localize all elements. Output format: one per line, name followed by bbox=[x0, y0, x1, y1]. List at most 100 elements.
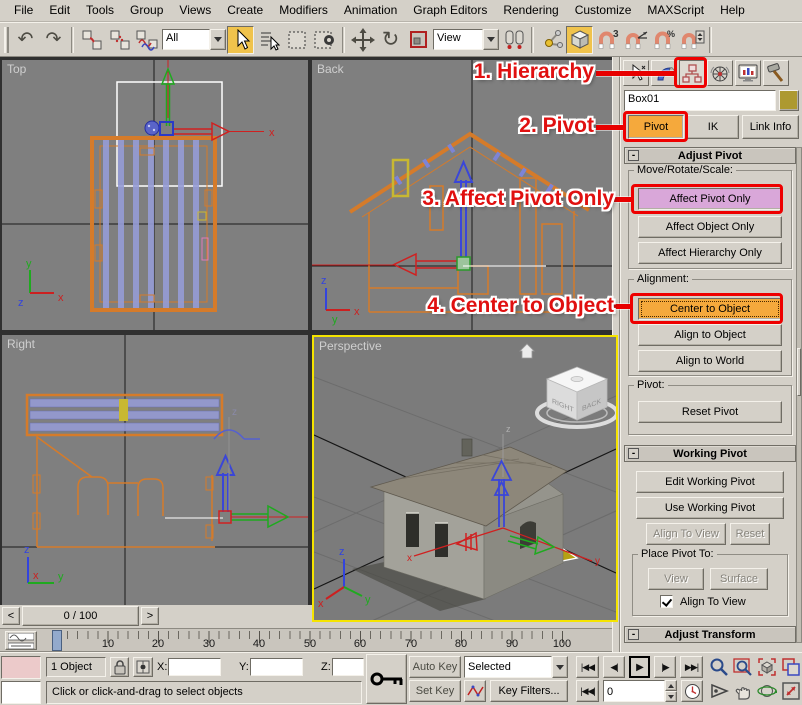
toolbar-grip[interactable] bbox=[4, 27, 9, 53]
align-to-view-button[interactable]: Align To View bbox=[646, 523, 726, 545]
unlink-selection-button[interactable] bbox=[106, 26, 133, 54]
zoom-button[interactable] bbox=[708, 656, 730, 678]
tab-display[interactable] bbox=[735, 60, 761, 86]
play-animation-button[interactable]: ▶ bbox=[629, 656, 650, 678]
object-color-swatch[interactable] bbox=[779, 90, 799, 111]
select-and-move-button[interactable] bbox=[349, 26, 376, 54]
percent-snap-button[interactable]: % bbox=[650, 26, 677, 54]
viewport-right-label[interactable]: Right bbox=[7, 337, 35, 351]
time-slider-next-button[interactable]: > bbox=[141, 607, 159, 625]
field-of-view-button[interactable] bbox=[708, 680, 730, 702]
place-pivot-view-button[interactable]: View bbox=[648, 568, 704, 590]
default-in-out-tangent-button[interactable] bbox=[464, 680, 486, 702]
redo-button[interactable]: ↷ bbox=[40, 26, 67, 54]
align-to-object-button[interactable]: Align to Object bbox=[638, 324, 782, 346]
viewport-perspective[interactable]: z x y bbox=[312, 335, 618, 622]
snaps-toggle-button[interactable] bbox=[566, 26, 593, 54]
reference-coordinate-arrow[interactable] bbox=[483, 29, 499, 50]
maximize-viewport-toggle-button[interactable] bbox=[780, 680, 801, 702]
zoom-extents-all-button[interactable] bbox=[780, 656, 801, 678]
align-to-world-button[interactable]: Align to World bbox=[638, 350, 782, 372]
z-coordinate-field[interactable] bbox=[332, 658, 364, 676]
frame-spinner[interactable] bbox=[665, 680, 677, 702]
set-key-button[interactable]: Set Key bbox=[409, 680, 461, 702]
key-filter-scope-dropdown[interactable]: Selected bbox=[464, 656, 568, 678]
use-working-pivot-button[interactable]: Use Working Pivot bbox=[636, 497, 784, 519]
rectangular-selection-region-button[interactable] bbox=[283, 26, 310, 54]
selection-filter-dropdown[interactable]: All bbox=[162, 29, 226, 50]
menu-views[interactable]: Views bbox=[171, 0, 219, 21]
pan-view-button[interactable] bbox=[732, 680, 754, 702]
adjust-pivot-rollout-header[interactable]: - Adjust Pivot bbox=[624, 147, 796, 164]
macro-recorder-pane[interactable] bbox=[1, 656, 41, 679]
menu-help[interactable]: Help bbox=[712, 0, 753, 21]
spinner-up-icon[interactable] bbox=[665, 680, 677, 691]
reference-coordinate-dropdown[interactable]: View bbox=[433, 29, 499, 50]
menu-rendering[interactable]: Rendering bbox=[495, 0, 566, 21]
select-and-rotate-button[interactable]: ↻ bbox=[377, 26, 404, 54]
place-pivot-surface-button[interactable]: Surface bbox=[710, 568, 768, 590]
select-by-name-button[interactable] bbox=[255, 26, 282, 54]
orbit-view-button[interactable] bbox=[756, 680, 778, 702]
snap-3d-button[interactable]: 3 bbox=[594, 26, 621, 54]
panel-scrollbar-thumb[interactable] bbox=[797, 348, 801, 396]
menu-create[interactable]: Create bbox=[219, 0, 271, 21]
go-to-start-button[interactable]: |◀◀ bbox=[576, 656, 599, 678]
previous-frame-button[interactable]: ◀| bbox=[603, 656, 625, 678]
menu-animation[interactable]: Animation bbox=[336, 0, 405, 21]
y-coordinate-field[interactable] bbox=[250, 658, 303, 676]
viewport-back-label[interactable]: Back bbox=[317, 62, 344, 76]
current-frame-field[interactable]: 0 bbox=[603, 680, 665, 702]
time-slider-handle[interactable]: 0 / 100 bbox=[22, 606, 139, 626]
menu-group[interactable]: Group bbox=[122, 0, 171, 21]
menu-modifiers[interactable]: Modifiers bbox=[271, 0, 336, 21]
menu-maxscript[interactable]: MAXScript bbox=[639, 0, 712, 21]
auto-key-button[interactable]: Auto Key bbox=[409, 656, 461, 678]
spinner-down-icon[interactable] bbox=[665, 691, 677, 702]
object-name-field[interactable]: Box01 bbox=[624, 90, 776, 111]
working-pivot-rollout-header[interactable]: - Working Pivot bbox=[624, 445, 796, 462]
select-and-scale-button[interactable] bbox=[405, 26, 432, 54]
adjust-transform-rollout-header[interactable]: - Adjust Transform bbox=[624, 626, 796, 643]
current-frame-marker[interactable] bbox=[52, 630, 62, 651]
viewport-perspective-label[interactable]: Perspective bbox=[319, 339, 382, 353]
set-keys-button[interactable] bbox=[366, 654, 407, 704]
zoom-extents-button[interactable] bbox=[756, 656, 778, 678]
menu-edit[interactable]: Edit bbox=[41, 0, 78, 21]
use-center-flyout-button[interactable] bbox=[500, 26, 527, 54]
time-slider-prev-button[interactable]: < bbox=[2, 607, 20, 625]
viewport-top-label[interactable]: Top bbox=[7, 62, 26, 76]
select-object-button[interactable] bbox=[227, 26, 254, 54]
key-filters-button[interactable]: Key Filters... bbox=[490, 680, 568, 702]
absolute-offset-toggle-button[interactable] bbox=[133, 657, 153, 677]
reset-pivot-button[interactable]: Reset Pivot bbox=[638, 401, 782, 423]
undo-button[interactable]: ↶ bbox=[12, 26, 39, 54]
tab-utilities[interactable] bbox=[763, 60, 789, 86]
menu-file[interactable]: File bbox=[6, 0, 41, 21]
tab-motion[interactable] bbox=[707, 60, 733, 86]
selection-filter-arrow[interactable] bbox=[210, 29, 226, 50]
go-to-end-button[interactable]: ▶▶| bbox=[680, 656, 703, 678]
window-crossing-toggle-button[interactable] bbox=[311, 26, 338, 54]
script-listener-pane[interactable] bbox=[1, 681, 41, 704]
key-mode-toggle-button[interactable]: |◀◀| bbox=[576, 680, 599, 702]
affect-object-only-button[interactable]: Affect Object Only bbox=[638, 216, 782, 238]
viewport-top[interactable]: x y x z Top bbox=[2, 60, 308, 330]
next-frame-button[interactable]: |▶ bbox=[654, 656, 676, 678]
menu-graph-editors[interactable]: Graph Editors bbox=[405, 0, 495, 21]
select-and-link-button[interactable] bbox=[78, 26, 105, 54]
link-info-mode-button[interactable]: Link Info bbox=[742, 115, 799, 139]
affect-hierarchy-only-button[interactable]: Affect Hierarchy Only bbox=[638, 242, 782, 264]
selection-lock-button[interactable] bbox=[110, 657, 129, 677]
zoom-all-button[interactable] bbox=[732, 656, 754, 678]
edit-working-pivot-button[interactable]: Edit Working Pivot bbox=[636, 471, 784, 493]
mini-curve-editor-button[interactable] bbox=[5, 631, 37, 650]
ik-mode-button[interactable]: IK bbox=[687, 115, 739, 139]
select-and-manipulate-button[interactable] bbox=[538, 26, 565, 54]
angle-snap-button[interactable] bbox=[622, 26, 649, 54]
bind-to-space-warp-button[interactable] bbox=[134, 26, 161, 54]
chevron-down-icon[interactable] bbox=[552, 656, 568, 678]
track-bar[interactable]: 0 10 20 30 40 50 60 70 80 90 100 bbox=[0, 628, 612, 652]
menu-tools[interactable]: Tools bbox=[78, 0, 122, 21]
spinner-snap-button[interactable] bbox=[678, 26, 705, 54]
